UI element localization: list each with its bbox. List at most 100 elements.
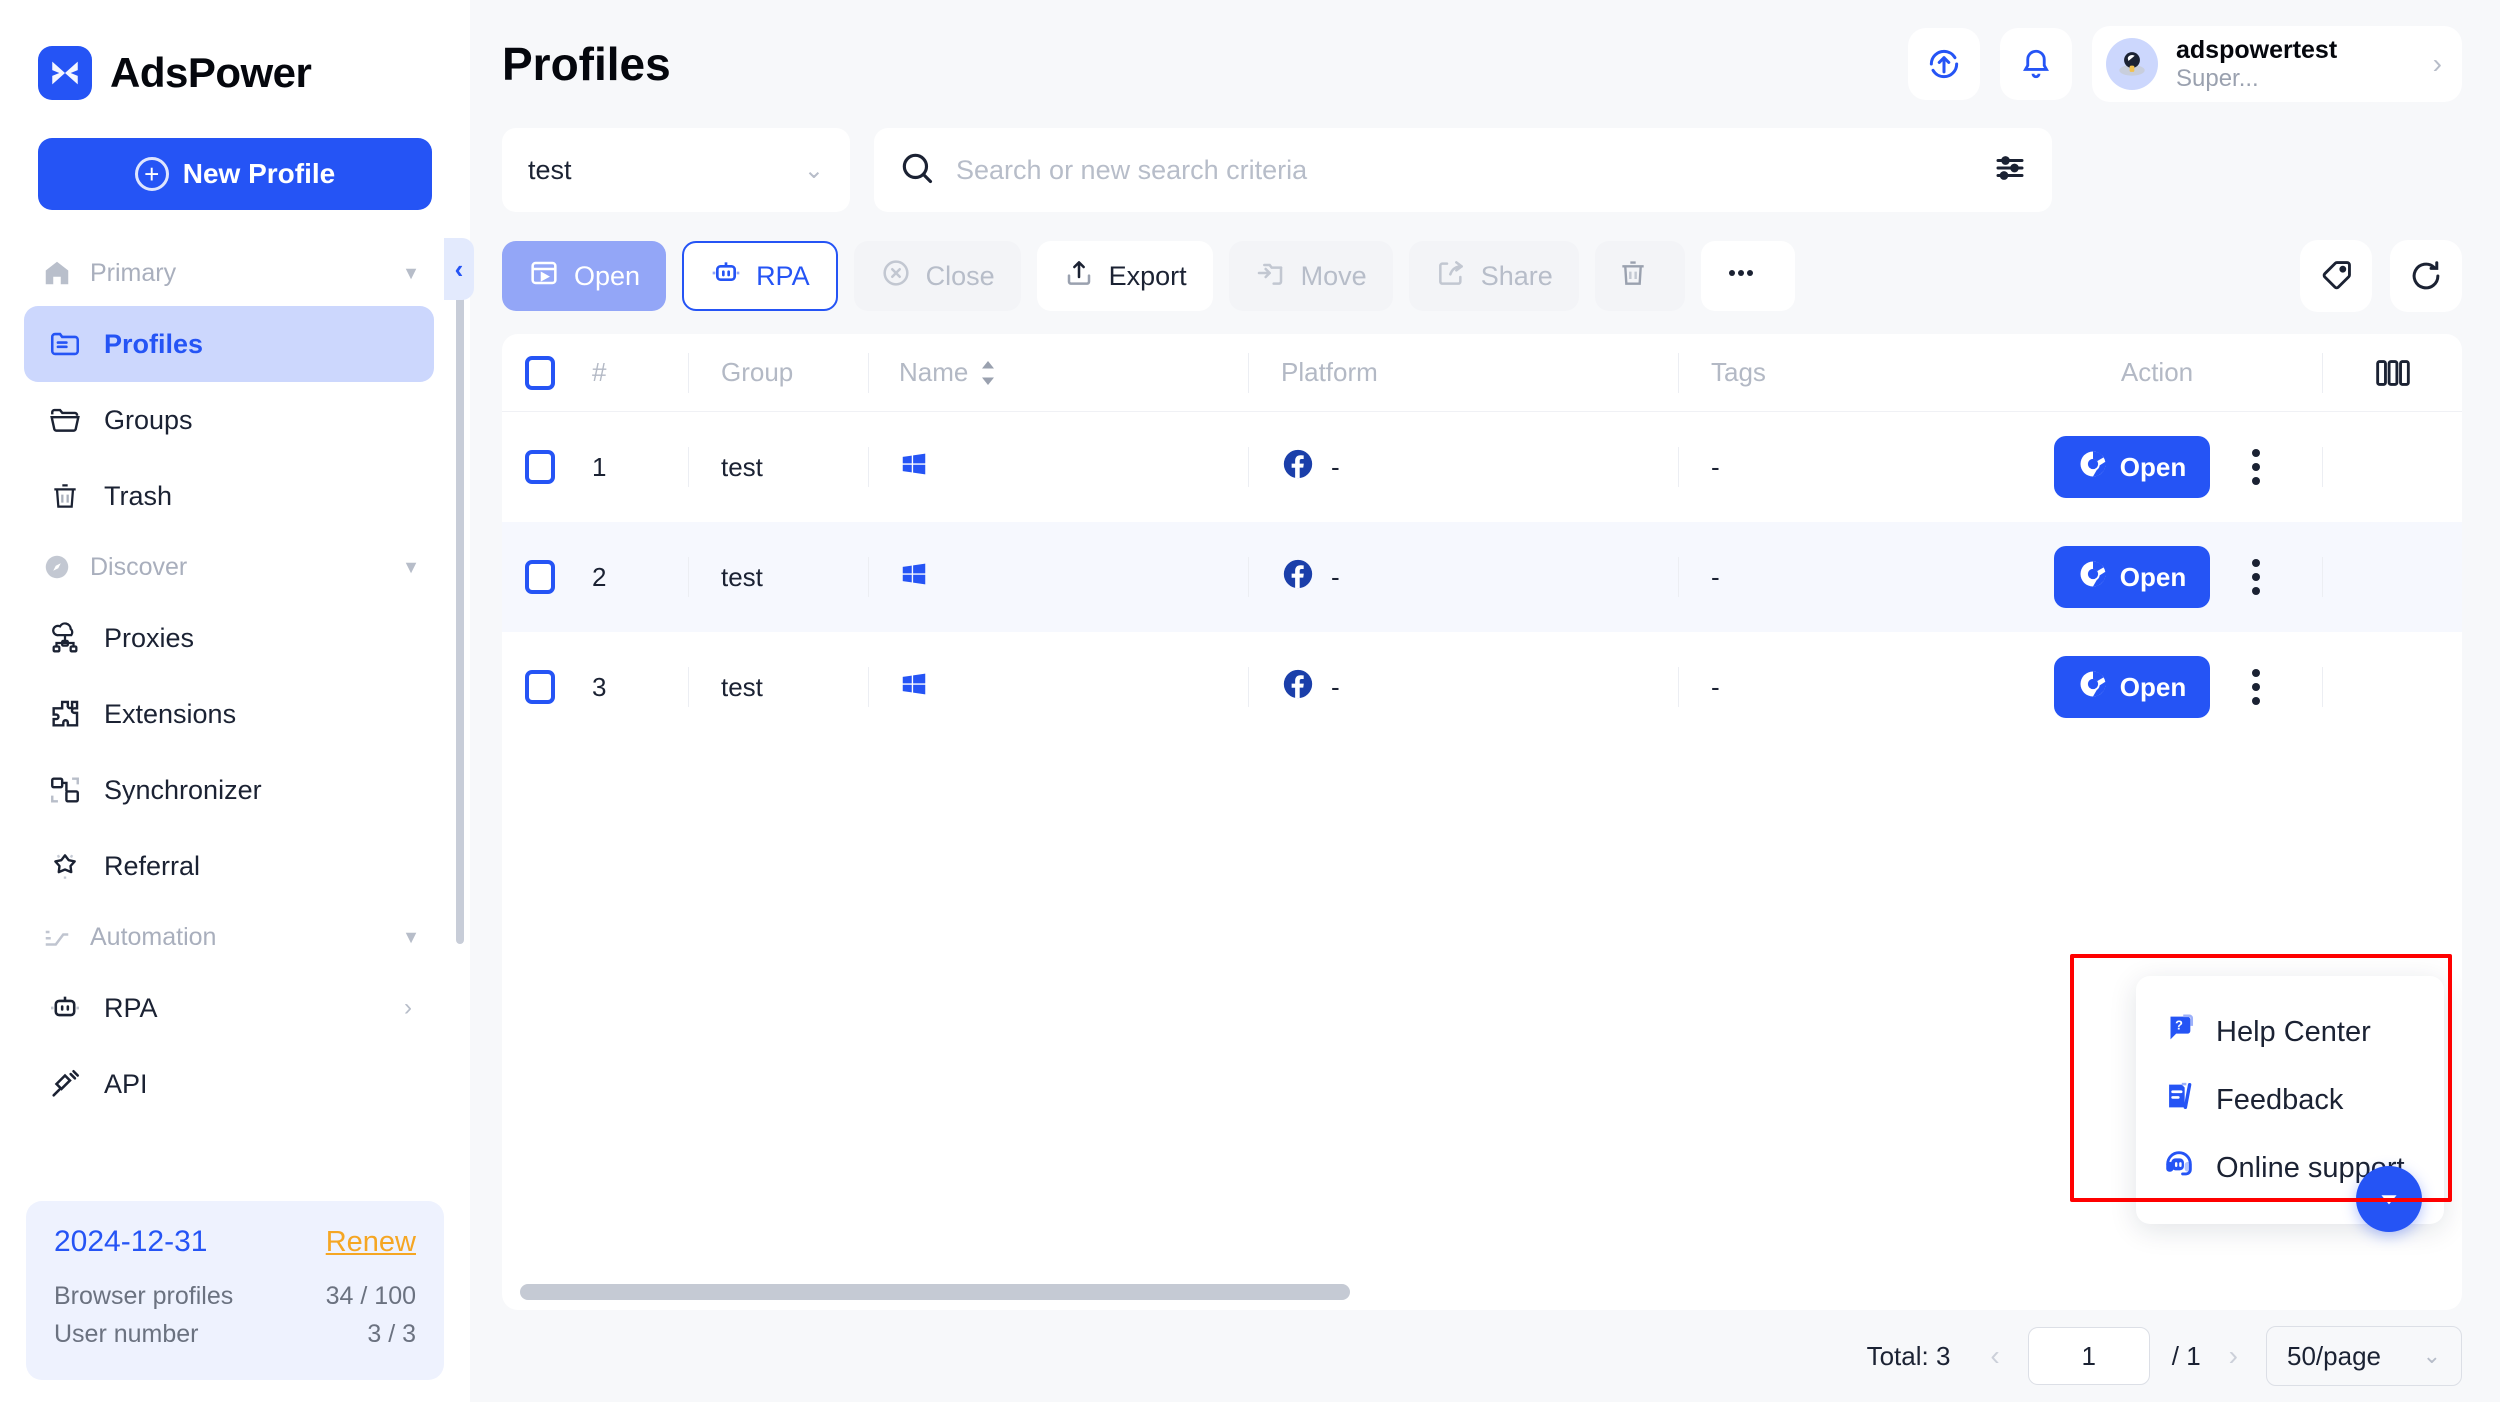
sidebar-item-label: Proxies [104, 622, 195, 653]
column-header-tags[interactable]: Tags [1678, 352, 1992, 393]
pagination-next-button[interactable]: › [2223, 1340, 2244, 1372]
toolbar-delete-button[interactable] [1594, 241, 1685, 311]
row-action: Open [1992, 656, 2322, 718]
renew-link[interactable]: Renew [326, 1226, 416, 1259]
help-question-icon: ? [2162, 1011, 2196, 1053]
sidebar-item-referral[interactable]: Referral [24, 828, 434, 904]
horizontal-scrollbar-thumb[interactable] [520, 1284, 1350, 1300]
toolbar-move-button[interactable]: Move [1228, 241, 1393, 311]
sidebar-item-label: Groups [104, 404, 193, 435]
filter-sliders-icon[interactable] [1992, 150, 2028, 191]
help-center-item[interactable]: ? Help Center [2136, 998, 2444, 1066]
help-item-label: Feedback [2216, 1083, 2344, 1116]
window-open-icon [528, 257, 560, 296]
top-bar-actions: adspowertest Super... › [1908, 26, 2462, 102]
column-settings-icon[interactable] [2322, 352, 2462, 393]
plus-icon: + [134, 157, 169, 191]
toolbar-more-button[interactable] [1700, 241, 1795, 311]
nav-group-discover[interactable]: Discover ▼ [0, 534, 458, 600]
row-name [868, 557, 1248, 597]
table-row[interactable]: 3 test - - Open [502, 632, 2462, 742]
windows-icon [899, 669, 929, 706]
sidebar-item-label: Profiles [104, 328, 204, 359]
kebab-menu-icon[interactable] [2252, 669, 2261, 705]
astronaut-avatar-icon [2106, 38, 2158, 90]
chrome-icon [2078, 449, 2108, 486]
sidebar-item-proxies[interactable]: Proxies [24, 600, 434, 676]
sidebar-item-synchronizer[interactable]: Synchronizer [24, 752, 434, 828]
nav-group-automation[interactable]: Automation ▼ [0, 904, 458, 970]
facebook-icon [1281, 667, 1315, 708]
row-open-label: Open [2119, 671, 2187, 702]
new-profile-button[interactable]: + New Profile [38, 138, 432, 210]
toolbar-right-actions [2300, 240, 2462, 312]
subscription-row-label: User number [54, 1320, 199, 1349]
row-checkbox[interactable] [502, 450, 578, 484]
row-platform: - [1248, 447, 1678, 487]
row-platform-value: - [1331, 561, 1340, 592]
sidebar-item-label: RPA [104, 992, 158, 1023]
sidebar-item-label: Synchronizer [104, 774, 262, 805]
help-fab-button[interactable] [2356, 1166, 2422, 1232]
account-role: Super... [2176, 64, 2259, 92]
pagination-page-size-select[interactable]: 50/page ⌄ [2266, 1326, 2462, 1386]
sidebar-item-trash[interactable]: Trash [24, 458, 434, 534]
trash-icon [46, 477, 84, 515]
sidebar-collapse-button[interactable]: ‹ [444, 238, 474, 300]
chevron-down-icon: ▼ [402, 556, 420, 577]
star-icon [46, 847, 84, 885]
pagination-prev-button[interactable]: ‹ [1984, 1340, 2005, 1372]
sidebar-scrollbar[interactable] [456, 254, 464, 944]
row-open-button[interactable]: Open [2053, 436, 2211, 498]
row-platform-value: - [1331, 451, 1340, 482]
table-row[interactable]: 2 test - - Open [502, 522, 2462, 632]
toolbar-open-button[interactable]: Open [502, 241, 667, 311]
toolbar-rpa-button[interactable]: RPA [682, 241, 838, 311]
sidebar-item-label: Trash [104, 480, 173, 511]
sync-upload-icon[interactable] [1908, 28, 1980, 100]
row-index: 2 [592, 561, 607, 592]
chevron-down-icon: ⌄ [2422, 1343, 2441, 1368]
tag-icon[interactable] [2300, 240, 2372, 312]
toolbar-close-button[interactable]: Close [853, 241, 1021, 311]
row-checkbox[interactable] [502, 670, 578, 704]
column-header-platform[interactable]: Platform [1248, 352, 1678, 393]
kebab-menu-icon[interactable] [2252, 559, 2261, 595]
sidebar-item-rpa[interactable]: RPA › [24, 970, 434, 1046]
sidebar-item-profiles[interactable]: Profiles [24, 306, 434, 382]
share-icon [1435, 257, 1467, 296]
pagination-page-input[interactable] [2027, 1327, 2150, 1385]
sidebar-item-groups[interactable]: Groups [24, 382, 434, 458]
column-header-group[interactable]: Group [688, 352, 868, 393]
sidebar-item-api[interactable]: API [24, 1046, 434, 1122]
group-filter-select[interactable]: test ⌄ [502, 128, 850, 212]
sidebar-item-extensions[interactable]: Extensions [24, 676, 434, 752]
svg-text:?: ? [2175, 1017, 2183, 1032]
account-name: adspowertest [2176, 35, 2338, 64]
chevron-down-icon: ⌄ [803, 156, 824, 184]
subscription-row-value: 34 / 100 [325, 1281, 416, 1310]
toolbar-button-label: Close [925, 260, 995, 291]
feedback-item[interactable]: Feedback [2136, 1066, 2444, 1134]
row-open-button[interactable]: Open [2053, 546, 2211, 608]
kebab-menu-icon[interactable] [2252, 449, 2261, 485]
account-menu[interactable]: adspowertest Super... › [2092, 26, 2462, 102]
column-header-name[interactable]: Name [868, 352, 1248, 393]
row-open-label: Open [2119, 451, 2187, 482]
refresh-icon[interactable] [2390, 240, 2462, 312]
nav-group-primary[interactable]: Primary ▼ [0, 240, 458, 306]
table-row[interactable]: 1 test - - Open [502, 412, 2462, 522]
bell-icon[interactable] [2000, 28, 2072, 100]
chevron-right-icon: › [404, 994, 412, 1021]
search-input[interactable] [956, 154, 1972, 186]
toolbar-export-button[interactable]: Export [1036, 241, 1213, 311]
row-open-button[interactable]: Open [2053, 656, 2211, 718]
toolbar-share-button[interactable]: Share [1408, 241, 1579, 311]
select-all-checkbox[interactable] [502, 355, 578, 390]
sort-icon[interactable] [980, 360, 996, 385]
group-filter-value: test [528, 154, 572, 185]
chrome-icon [2078, 669, 2108, 706]
row-checkbox[interactable] [502, 560, 578, 594]
synchronizer-icon [46, 771, 84, 809]
headset-icon [2162, 1147, 2196, 1189]
